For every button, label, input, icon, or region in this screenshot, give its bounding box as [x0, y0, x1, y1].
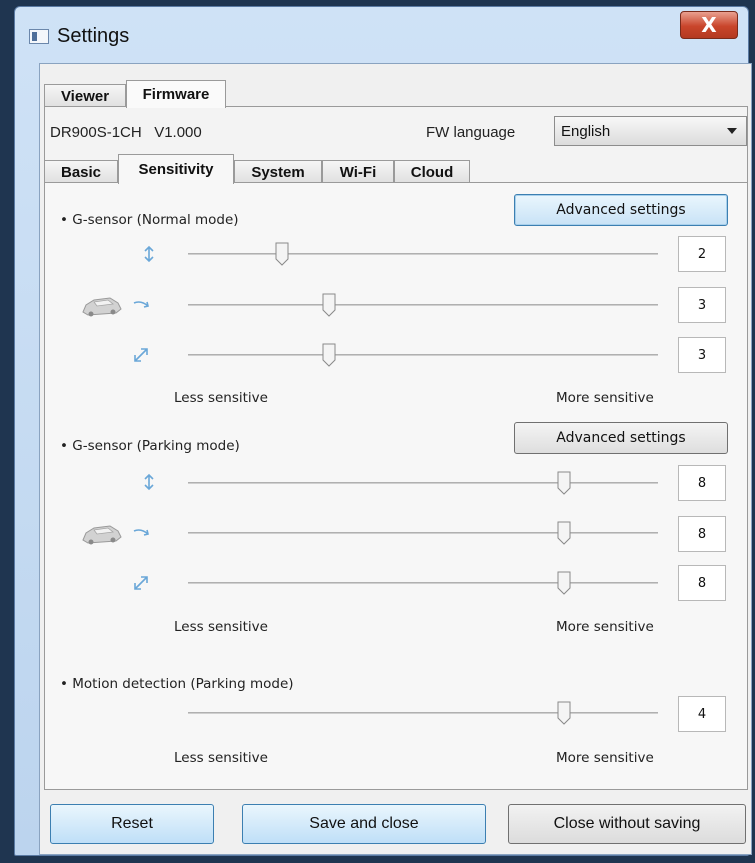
motion-slider-thumb[interactable] [557, 701, 571, 725]
parking-diagonal-slider-track [188, 582, 658, 584]
vertical-axis-icon [140, 473, 158, 491]
parking-diagonal-slider-thumb[interactable] [557, 571, 571, 595]
more-sensitive-label: More sensitive [556, 619, 654, 635]
reset-button[interactable]: Reset [50, 804, 214, 844]
normal-vertical-slider-thumb[interactable] [275, 242, 289, 266]
motion-detection-section-title: • Motion detection (Parking mode) [60, 676, 294, 692]
motion-slider-track [188, 712, 658, 714]
app-icon [29, 29, 49, 44]
less-sensitive-label: Less sensitive [174, 390, 268, 406]
tab-firmware[interactable]: Firmware [126, 80, 226, 108]
fw-language-label: FW language [426, 124, 516, 141]
parking-vertical-slider-track [188, 482, 658, 484]
close-window-button[interactable]: X [680, 11, 738, 39]
fw-language-value: English [561, 123, 611, 140]
close-without-saving-button[interactable]: Close without saving [508, 804, 746, 844]
chevron-down-icon [727, 128, 737, 134]
settings-window: Settings X Viewer Firmware DR900S-1CH V1… [14, 6, 752, 856]
parking-mode-section-title: • G-sensor (Parking mode) [60, 438, 240, 454]
normal-diagonal-value[interactable]: 3 [678, 337, 726, 373]
title-bar[interactable]: Settings X [15, 7, 748, 61]
parking-lateral-slider-track [188, 532, 658, 534]
normal-diagonal-slider-thumb[interactable] [322, 343, 336, 367]
firmware-model-version: DR900S-1CH V1.000 [50, 124, 202, 141]
tab-viewer[interactable]: Viewer [44, 84, 126, 108]
parking-advanced-settings-button[interactable]: Advanced settings [514, 422, 728, 454]
parking-lateral-slider-thumb[interactable] [557, 521, 571, 545]
vertical-axis-icon [140, 245, 158, 263]
tab-system[interactable]: System [234, 160, 322, 184]
car-icon [80, 294, 124, 318]
less-sensitive-label: Less sensitive [174, 619, 268, 635]
fw-language-select[interactable]: English [554, 116, 747, 146]
window-title: Settings [57, 25, 130, 47]
normal-lateral-slider-track [188, 304, 658, 306]
normal-advanced-settings-button[interactable]: Advanced settings [514, 194, 728, 226]
normal-vertical-slider-track [188, 253, 658, 255]
less-sensitive-label: Less sensitive [174, 750, 268, 766]
normal-vertical-value[interactable]: 2 [678, 236, 726, 272]
more-sensitive-label: More sensitive [556, 750, 654, 766]
settings-client-area: Viewer Firmware DR900S-1CH V1.000 FW lan… [39, 63, 752, 855]
parking-lateral-value[interactable]: 8 [678, 516, 726, 552]
normal-mode-section-title: • G-sensor (Normal mode) [60, 212, 239, 228]
tab-cloud[interactable]: Cloud [394, 160, 470, 184]
tab-wifi[interactable]: Wi-Fi [322, 160, 394, 184]
lateral-axis-icon [132, 524, 150, 542]
car-icon [80, 522, 124, 546]
parking-diagonal-value[interactable]: 8 [678, 565, 726, 601]
more-sensitive-label: More sensitive [556, 390, 654, 406]
normal-lateral-value[interactable]: 3 [678, 287, 726, 323]
normal-diagonal-slider-track [188, 354, 658, 356]
tab-basic[interactable]: Basic [44, 160, 118, 184]
save-and-close-button[interactable]: Save and close [242, 804, 486, 844]
normal-lateral-slider-thumb[interactable] [322, 293, 336, 317]
parking-vertical-value[interactable]: 8 [678, 465, 726, 501]
diagonal-axis-icon [132, 574, 150, 592]
diagonal-axis-icon [132, 346, 150, 364]
tab-sensitivity[interactable]: Sensitivity [118, 154, 234, 184]
motion-detection-value[interactable]: 4 [678, 696, 726, 732]
parking-vertical-slider-thumb[interactable] [557, 471, 571, 495]
lateral-axis-icon [132, 296, 150, 314]
